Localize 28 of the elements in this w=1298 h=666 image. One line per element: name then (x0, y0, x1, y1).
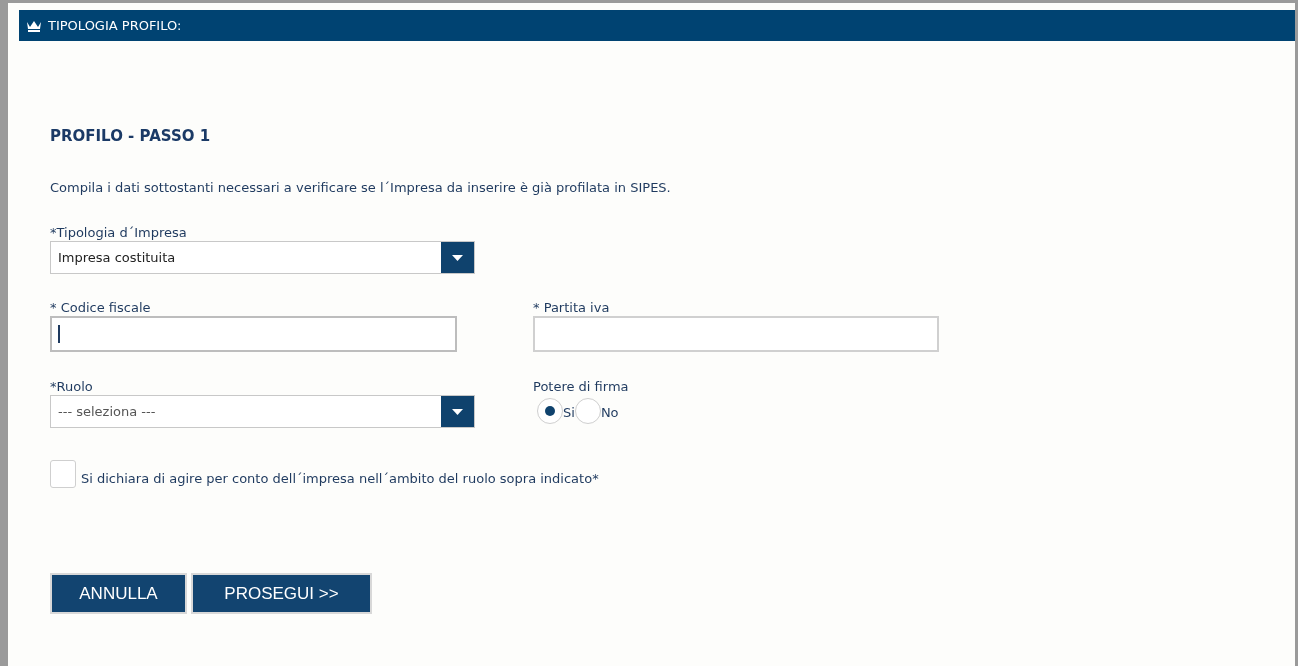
dropdown-toggle[interactable] (441, 242, 474, 273)
radio-button[interactable] (537, 398, 563, 424)
crown-icon (26, 19, 42, 32)
caret-icon (452, 408, 463, 415)
role-dropdown[interactable]: --- seleziona --- (50, 395, 475, 428)
continue-button[interactable]: PROSEGUI >> (191, 573, 372, 614)
header-title: TIPOLOGIA PROFILO: (48, 16, 182, 35)
description-text: Compila i dati sottostanti necessari a verificare se l´Impresa da inserire è già profilata in SIPES. (50, 179, 672, 197)
radio-label: Si (563, 404, 575, 423)
cancel-button[interactable]: ANNULLA (50, 573, 187, 614)
field-label: *Ruolo (50, 378, 94, 395)
dropdown-toggle[interactable] (441, 396, 474, 427)
section-heading: PROFILO - PASSO 1 (50, 126, 212, 146)
vat-number-field[interactable] (533, 316, 939, 352)
caret-icon (452, 254, 463, 261)
checkbox-label: Si dichiara di agire per conto dell´impresa nell´ambito del ruolo sopra indicato* (81, 470, 599, 488)
tax-code-field[interactable] (50, 316, 457, 352)
radio-label: No (600, 404, 619, 423)
field-label: * Partita iva (533, 299, 611, 316)
text-cursor (58, 325, 60, 343)
field-label: *Tipologia d´Impresa (50, 224, 188, 241)
field-label: * Codice fiscale (50, 299, 152, 316)
dropdown-value: Impresa costituita (58, 248, 176, 267)
type-dropdown[interactable]: Impresa costituita (50, 241, 475, 274)
checkbox[interactable] (50, 460, 76, 488)
dropdown-placeholder: --- seleziona --- (58, 402, 156, 421)
field-label: Potere di firma (533, 378, 629, 395)
radio-button[interactable] (574, 398, 601, 424)
